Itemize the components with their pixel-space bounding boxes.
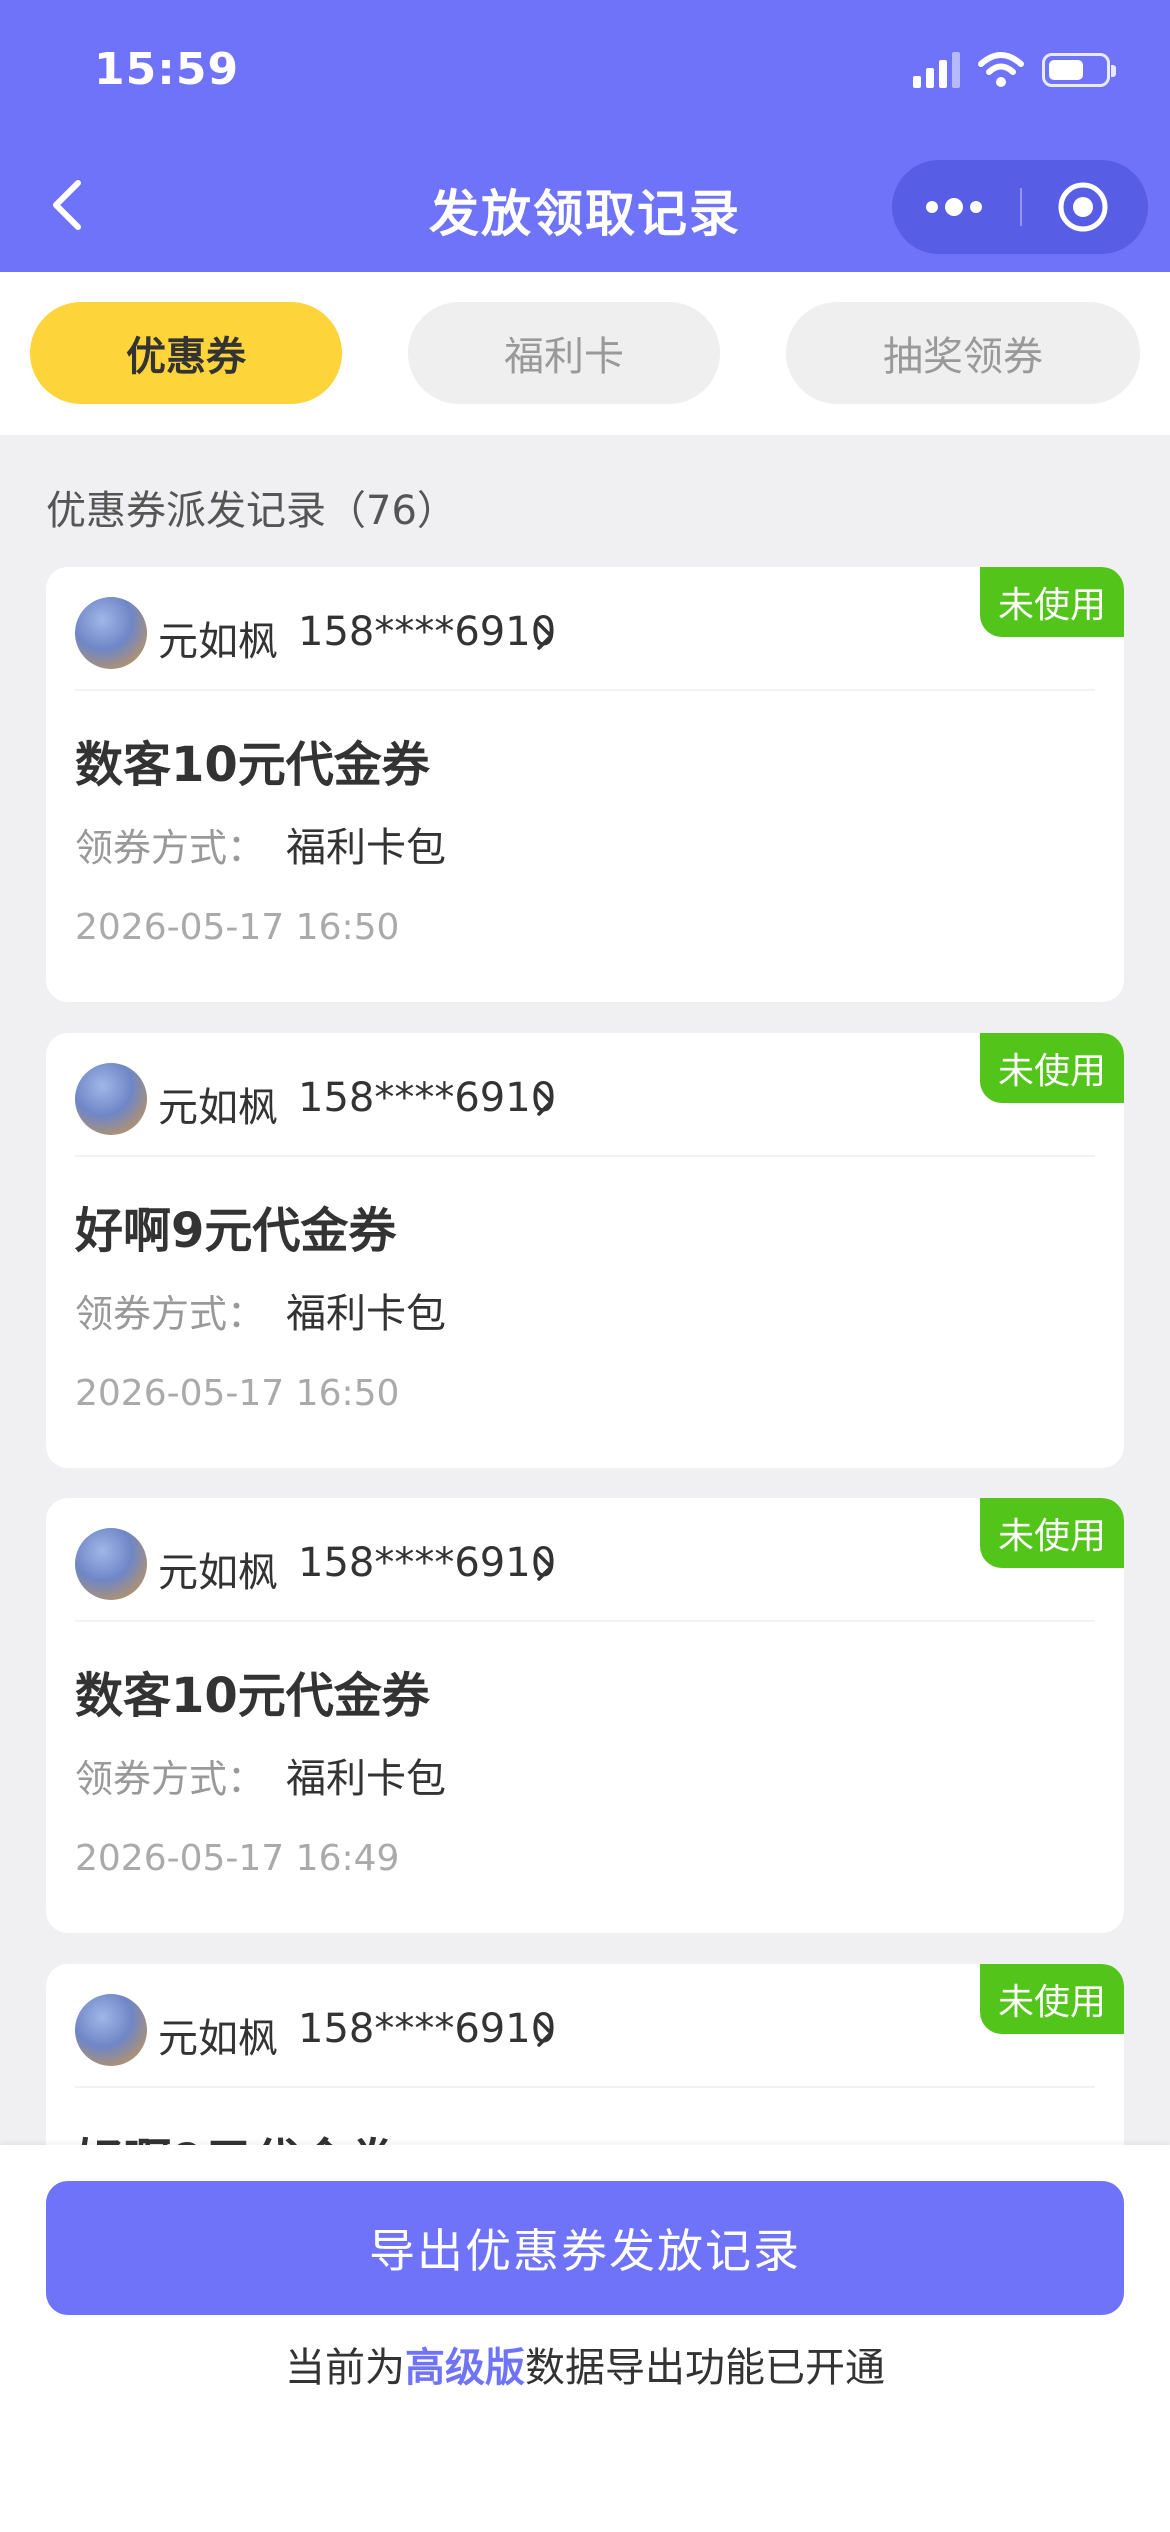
record-card[interactable]: 未使用 元如枫 158****6910 数客10元代金券 领券方式： 福利卡包 … bbox=[46, 1498, 1124, 1933]
coupon-name: 数客10元代金券 bbox=[75, 737, 430, 793]
tab-lottery-coupon[interactable]: 抽奖领券 bbox=[786, 302, 1140, 404]
mini-program-capsule bbox=[892, 160, 1148, 254]
status-badge: 未使用 bbox=[980, 1498, 1124, 1568]
chevron-right-icon[interactable] bbox=[534, 1550, 556, 1584]
avatar bbox=[75, 597, 147, 669]
status-badge: 未使用 bbox=[980, 1033, 1124, 1103]
user-phone[interactable]: 158****6910 bbox=[298, 609, 556, 655]
user-name[interactable]: 元如枫 bbox=[158, 1075, 278, 1133]
signal-icon bbox=[913, 52, 960, 88]
user-name[interactable]: 元如枫 bbox=[158, 609, 278, 667]
bottom-bar: 导出优惠券发放记录 当前为高级版数据导出功能已开通 bbox=[0, 2145, 1170, 2532]
tab-welfare-card[interactable]: 福利卡 bbox=[408, 302, 720, 404]
status-time: 15:59 bbox=[94, 44, 240, 95]
method-label: 领券方式： bbox=[75, 826, 266, 870]
more-icon[interactable] bbox=[926, 190, 986, 224]
status-icons bbox=[913, 52, 1116, 88]
user-phone[interactable]: 158****6910 bbox=[298, 1540, 556, 1586]
tab-bar: 优惠券 福利卡 抽奖领券 bbox=[0, 272, 1170, 435]
record-card[interactable]: 未使用 元如枫 158****6910 好啊9元代金券 领券方式： 福利卡包 2… bbox=[46, 1033, 1124, 1468]
user-name[interactable]: 元如枫 bbox=[158, 2006, 278, 2064]
capsule-divider bbox=[1020, 188, 1022, 226]
note-suffix: 数据导出功能已开通 bbox=[525, 2345, 885, 2391]
note-prefix: 当前为 bbox=[285, 2345, 405, 2391]
export-note: 当前为高级版数据导出功能已开通 bbox=[0, 2335, 1170, 2393]
record-time: 2026-05-17 16:50 bbox=[75, 1373, 400, 1414]
coupon-name: 好啊9元代金券 bbox=[75, 1203, 397, 1259]
user-phone[interactable]: 158****6910 bbox=[298, 1075, 556, 1121]
chevron-right-icon[interactable] bbox=[534, 1085, 556, 1119]
divider bbox=[75, 689, 1095, 691]
avatar bbox=[75, 1063, 147, 1135]
header: 15:59 发放领取记录 bbox=[0, 0, 1170, 272]
record-card[interactable]: 未使用 元如枫 158****6910 数客10元代金券 领券方式： 福利卡包 … bbox=[46, 567, 1124, 1002]
method-label: 领券方式： bbox=[75, 1757, 266, 1801]
status-badge: 未使用 bbox=[980, 1964, 1124, 2034]
user-phone[interactable]: 158****6910 bbox=[298, 2006, 556, 2052]
avatar bbox=[75, 1528, 147, 1600]
record-time: 2026-05-17 16:50 bbox=[75, 907, 400, 948]
tab-coupon[interactable]: 优惠券 bbox=[30, 302, 342, 404]
chevron-right-icon[interactable] bbox=[534, 619, 556, 653]
divider bbox=[75, 2086, 1095, 2088]
wifi-icon bbox=[978, 52, 1024, 87]
chevron-right-icon[interactable] bbox=[534, 2016, 556, 2050]
section-title: 优惠券派发记录（76） bbox=[46, 488, 457, 534]
export-records-button[interactable]: 导出优惠券发放记录 bbox=[46, 2181, 1124, 2315]
method-value: 福利卡包 bbox=[286, 1756, 446, 1802]
method-value: 福利卡包 bbox=[286, 825, 446, 871]
avatar bbox=[75, 1994, 147, 2066]
divider bbox=[75, 1620, 1095, 1622]
battery-icon bbox=[1042, 53, 1116, 87]
plan-highlight: 高级版 bbox=[405, 2345, 525, 2391]
user-name[interactable]: 元如枫 bbox=[158, 1540, 278, 1598]
coupon-name: 数客10元代金券 bbox=[75, 1668, 430, 1724]
record-time: 2026-05-17 16:49 bbox=[75, 1838, 400, 1879]
divider bbox=[75, 1155, 1095, 1157]
method-value: 福利卡包 bbox=[286, 1291, 446, 1337]
status-badge: 未使用 bbox=[980, 567, 1124, 637]
close-target-icon[interactable] bbox=[1056, 180, 1110, 234]
method-label: 领券方式： bbox=[75, 1292, 266, 1336]
